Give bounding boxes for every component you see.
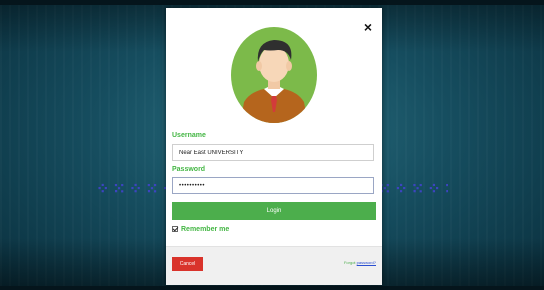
username-label: Username [172,132,206,139]
forgot-password-link[interactable]: password? [357,260,376,265]
user-avatar-icon [231,27,317,123]
remember-me-label: Remember me [181,225,230,233]
login-modal: × Username Password Login Re [166,8,382,285]
password-label: Password [172,166,206,173]
username-input[interactable] [172,144,374,161]
bottom-bar [0,286,544,290]
close-icon[interactable]: × [364,20,372,34]
password-input[interactable] [172,177,374,194]
cancel-button[interactable]: Cancel [172,257,203,271]
decorative-pattern-right: ⁙⁘⁙⁘⁙⁘⁙⁘ [378,181,448,198]
remember-me-checkbox[interactable]: Remember me [172,224,229,234]
decorative-pattern-left: ⁘⁙⁘⁙⁘⁙⁘⁙ [96,181,166,198]
modal-footer: Cancel Forgot password? [166,246,382,285]
checkbox-checked-icon[interactable] [172,226,178,232]
forgot-password: Forgot password? [344,260,376,265]
login-button[interactable]: Login [172,202,376,220]
top-bar [0,0,544,5]
forgot-prefix: Forgot [343,260,356,265]
